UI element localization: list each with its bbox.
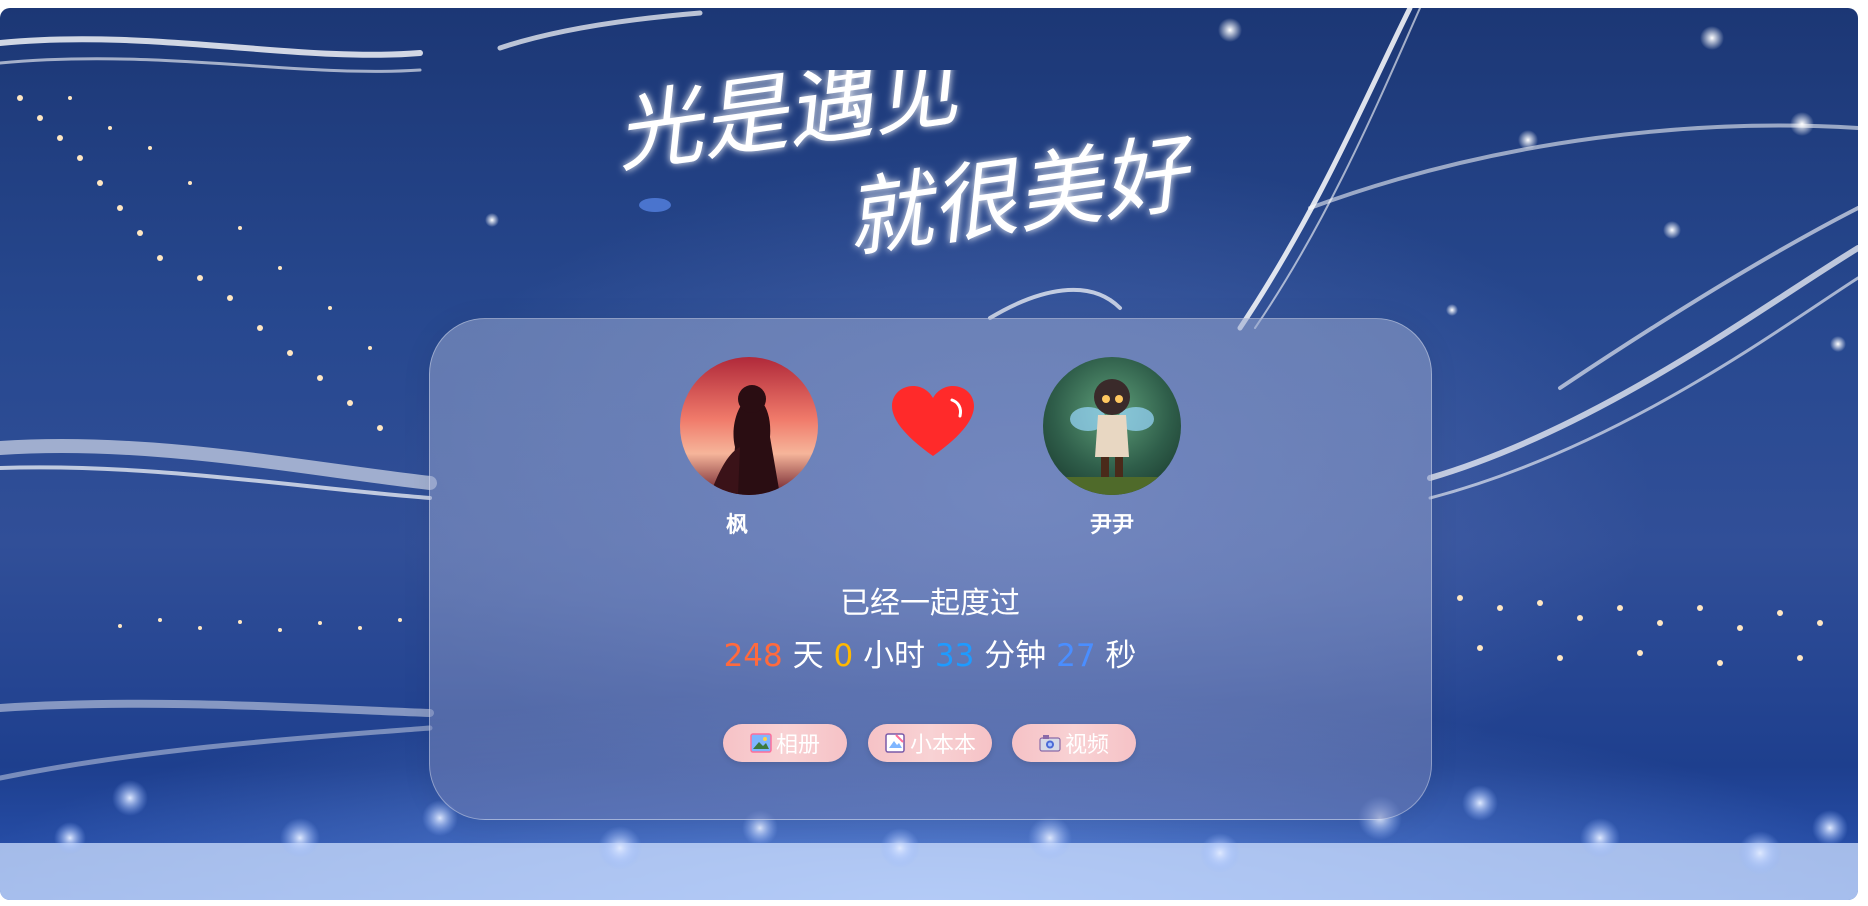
title-calligraphy: 光是遇见 就很美好	[600, 39, 1260, 280]
notebook-button-label: 小本本	[909, 733, 976, 758]
name-right: 尹尹	[1089, 513, 1134, 538]
hours-value: 0	[833, 638, 854, 674]
seconds-unit: 秒	[1105, 638, 1137, 674]
heart-icon	[892, 386, 974, 456]
love-timer: 248 天 0 小时 33 分钟 27 秒	[430, 630, 1430, 675]
avatar-right[interactable]	[1043, 357, 1181, 495]
hours-unit: 小时	[863, 638, 926, 674]
camera-icon	[1039, 732, 1061, 754]
days-value: 248	[723, 638, 783, 674]
notebook-icon	[884, 732, 906, 754]
minutes-value: 33	[934, 638, 975, 674]
video-button[interactable]: 视频	[1012, 724, 1136, 762]
album-button[interactable]: 相册	[723, 724, 847, 762]
avatar-left[interactable]	[680, 357, 818, 495]
notebook-button[interactable]: 小本本	[868, 724, 992, 762]
photo-icon	[750, 732, 772, 754]
name-left: 枫	[725, 513, 748, 538]
minutes-unit: 分钟	[984, 638, 1047, 674]
video-button-label: 视频	[1064, 733, 1109, 758]
seconds-value: 27	[1056, 638, 1096, 674]
together-label: 已经一起度过	[840, 586, 1020, 621]
days-unit: 天	[792, 638, 824, 674]
album-button-label: 相册	[775, 733, 820, 758]
